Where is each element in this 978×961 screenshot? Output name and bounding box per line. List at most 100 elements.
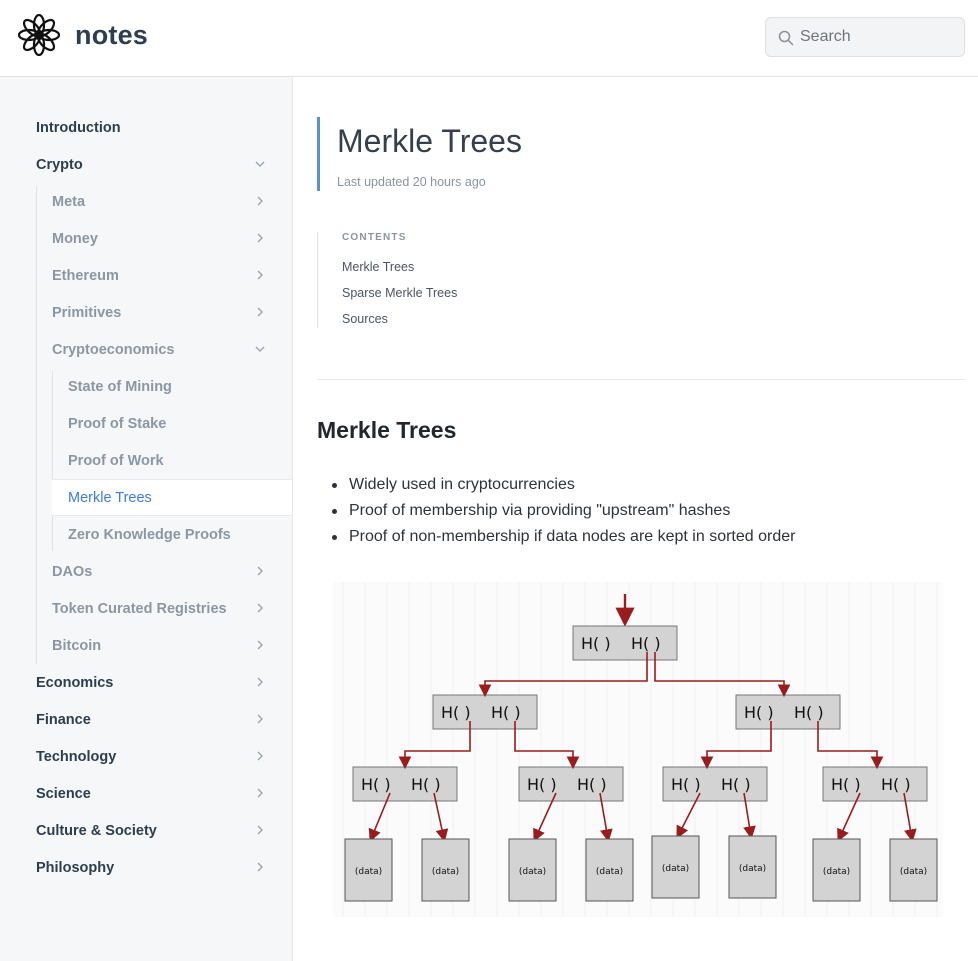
toc-heading: CONTENTS bbox=[342, 232, 407, 243]
sidebar-item-cryptoeconomics[interactable]: Cryptoeconomics bbox=[52, 331, 266, 368]
sidebar-item-label: Ethereum bbox=[52, 267, 119, 284]
sidebar-item-proof-of-stake[interactable]: Proof of Stake bbox=[68, 405, 266, 442]
data-label: (data) bbox=[596, 867, 623, 877]
top-header: notes bbox=[0, 0, 978, 77]
hash-left-label: H( ) bbox=[671, 775, 701, 794]
nav-guide-line bbox=[52, 371, 53, 551]
sidebar-item-money[interactable]: Money bbox=[52, 220, 266, 257]
sidebar-item-philosophy[interactable]: Philosophy bbox=[36, 849, 266, 886]
site-title[interactable]: notes bbox=[75, 20, 148, 51]
sidebar-item-label: Zero Knowledge Proofs bbox=[68, 526, 231, 543]
sidebar-item-label: Cryptoeconomics bbox=[52, 341, 175, 358]
chevron-right-icon[interactable] bbox=[254, 787, 266, 799]
hash-left-label: H( ) bbox=[441, 703, 471, 722]
toc-link-sources[interactable]: Sources bbox=[342, 312, 388, 326]
hash-left-label: H( ) bbox=[527, 775, 557, 794]
sidebar-item-label: DAOs bbox=[52, 563, 93, 580]
chevron-right-icon[interactable] bbox=[254, 195, 266, 207]
merkle-tree-diagram: H( ) H( ) H( ) H( ) H( ) H( ) H( ) H( ) H( ) H( )… bbox=[333, 582, 943, 917]
chevron-right-icon[interactable] bbox=[254, 639, 266, 651]
chevron-right-icon[interactable] bbox=[254, 750, 266, 762]
hash-left-label: H( ) bbox=[581, 634, 611, 653]
chevron-right-icon[interactable] bbox=[254, 824, 266, 836]
sidebar-item-label: State of Mining bbox=[68, 378, 172, 395]
sidebar-item-daos[interactable]: DAOs bbox=[52, 553, 266, 590]
hash-right-label: H( ) bbox=[794, 703, 824, 722]
data-label: (data) bbox=[519, 867, 546, 877]
sidebar-item-token-curated-registries[interactable]: Token Curated Registries bbox=[52, 590, 266, 627]
sidebar-item-ethereum[interactable]: Ethereum bbox=[52, 257, 266, 294]
sidebar-item-label: Crypto bbox=[36, 156, 83, 173]
chevron-right-icon[interactable] bbox=[254, 861, 266, 873]
sidebar-item-label: Meta bbox=[52, 193, 86, 210]
list-item: Proof of non-membership if data nodes ar… bbox=[331, 526, 795, 552]
toc-link-merkle-trees[interactable]: Merkle Trees bbox=[342, 260, 414, 274]
flower-mandala-icon[interactable] bbox=[18, 14, 60, 56]
sidebar-item-science[interactable]: Science bbox=[36, 775, 266, 812]
sidebar-item-label: Merkle Trees bbox=[68, 489, 152, 506]
data-label: (data) bbox=[823, 867, 850, 877]
last-updated: Last updated 20 hours ago bbox=[337, 175, 486, 189]
sidebar-item-finance[interactable]: Finance bbox=[36, 701, 266, 738]
sidebar-item-primitives[interactable]: Primitives bbox=[52, 294, 266, 331]
chevron-right-icon[interactable] bbox=[254, 713, 266, 725]
page-title: Merkle Trees bbox=[337, 123, 522, 159]
sidebar-item-label: Finance bbox=[36, 711, 91, 728]
chevron-down-icon[interactable] bbox=[254, 158, 266, 170]
sidebar-item-technology[interactable]: Technology bbox=[36, 738, 266, 775]
sidebar-item-label: Technology bbox=[36, 748, 117, 765]
sidebar-item-label: Proof of Stake bbox=[68, 415, 167, 432]
sidebar-item-label: Primitives bbox=[52, 304, 122, 321]
sidebar-item-label: Philosophy bbox=[36, 859, 115, 876]
hash-right-label: H( ) bbox=[491, 703, 521, 722]
chevron-right-icon[interactable] bbox=[254, 676, 266, 688]
sidebar-item-crypto[interactable]: Crypto bbox=[36, 146, 266, 183]
sidebar-item-merkle-trees[interactable]: Merkle Trees bbox=[52, 479, 292, 516]
sidebar-item-label: Introduction bbox=[36, 119, 121, 136]
sidebar-item-culture-society[interactable]: Culture & Society bbox=[36, 812, 266, 849]
divider bbox=[317, 379, 965, 380]
sidebar-item-label: Economics bbox=[36, 674, 114, 691]
hash-right-label: H( ) bbox=[411, 775, 441, 794]
chevron-right-icon[interactable] bbox=[254, 269, 266, 281]
sidebar-item-label: Culture & Society bbox=[36, 822, 157, 839]
sidebar-item-bitcoin[interactable]: Bitcoin bbox=[52, 627, 266, 664]
sidebar-item-label: Money bbox=[52, 230, 98, 247]
sidebar-item-zero-knowledge-proofs[interactable]: Zero Knowledge Proofs bbox=[68, 516, 266, 553]
data-label: (data) bbox=[432, 867, 459, 877]
sidebar-item-introduction[interactable]: Introduction bbox=[36, 109, 266, 146]
sidebar-item-proof-of-work[interactable]: Proof of Work bbox=[68, 442, 266, 479]
toc-link-sparse-merkle-trees[interactable]: Sparse Merkle Trees bbox=[342, 286, 457, 300]
section-title: Merkle Trees bbox=[317, 417, 457, 443]
data-label: (data) bbox=[739, 864, 766, 874]
hash-left-label: H( ) bbox=[361, 775, 391, 794]
sidebar-item-economics[interactable]: Economics bbox=[36, 664, 266, 701]
search-input[interactable] bbox=[800, 18, 960, 56]
bullet-list: Widely used in cryptocurrencies Proof of… bbox=[331, 474, 795, 552]
sidebar-item-meta[interactable]: Meta bbox=[52, 183, 266, 220]
search-box[interactable] bbox=[765, 17, 965, 57]
hash-left-label: H( ) bbox=[831, 775, 861, 794]
table-of-contents: CONTENTS Merkle Trees Sparse Merkle Tree… bbox=[317, 232, 617, 328]
sidebar-item-state-of-mining[interactable]: State of Mining bbox=[68, 368, 266, 405]
chevron-right-icon[interactable] bbox=[254, 306, 266, 318]
nav-guide-line bbox=[36, 186, 37, 664]
title-block: Merkle Trees Last updated 20 hours ago bbox=[317, 117, 617, 191]
data-label: (data) bbox=[900, 867, 927, 877]
chevron-right-icon[interactable] bbox=[254, 232, 266, 244]
sidebar-item-label: Token Curated Registries bbox=[52, 600, 227, 617]
hash-right-label: H( ) bbox=[721, 775, 751, 794]
data-label: (data) bbox=[355, 867, 382, 877]
hash-left-label: H( ) bbox=[744, 703, 774, 722]
sidebar-item-label: Proof of Work bbox=[68, 452, 164, 469]
chevron-right-icon[interactable] bbox=[254, 565, 266, 577]
hash-right-label: H( ) bbox=[577, 775, 607, 794]
chevron-right-icon[interactable] bbox=[254, 602, 266, 614]
sidebar-item-label: Science bbox=[36, 785, 91, 802]
sidebar-item-label: Bitcoin bbox=[52, 637, 102, 654]
chevron-down-icon[interactable] bbox=[254, 343, 266, 355]
search-icon bbox=[778, 30, 794, 46]
sidebar: Introduction Crypto Meta Money Ethereum Primi… bbox=[0, 77, 293, 961]
hash-right-label: H( ) bbox=[631, 634, 661, 653]
data-label: (data) bbox=[662, 864, 689, 874]
